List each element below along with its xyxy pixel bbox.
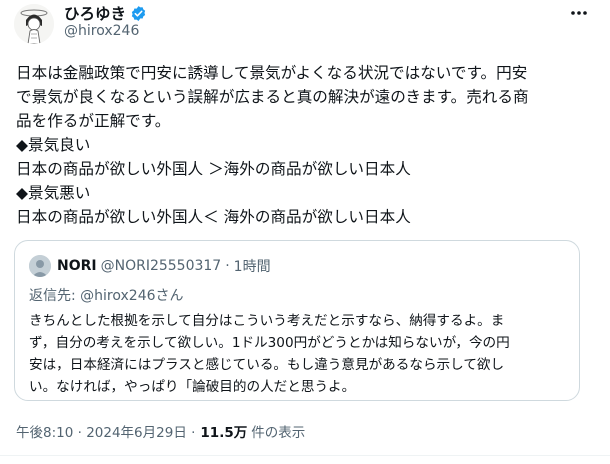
more-dots-icon[interactable] bbox=[570, 6, 588, 20]
tweet-timestamp[interactable]: 午後8:10 · 2024年6月29日 · bbox=[16, 421, 195, 441]
quoted-author-avatar[interactable] bbox=[29, 255, 51, 277]
quoted-tweet-text: きちんとした根拠を示して自分はこういう考えだと示すなら、納得するよ。ま ず，自分… bbox=[29, 313, 510, 395]
default-avatar-icon bbox=[29, 255, 51, 277]
tweet-text: 日本は金融政策で円安に誘導して景気がよくなる状況ではないです。円安 で景気が良く… bbox=[16, 64, 529, 226]
divider bbox=[0, 455, 610, 456]
separator-dot: · bbox=[225, 258, 230, 274]
tweet-meta: 午後8:10 · 2024年6月29日 · 11.5万 件の表示 bbox=[16, 421, 305, 441]
author-name[interactable]: ひろゆき bbox=[64, 2, 126, 24]
quoted-timestamp[interactable]: 1時間 bbox=[234, 256, 271, 276]
quoted-header: NORI @NORI25550317 · 1時間 bbox=[57, 256, 271, 276]
author-avatar[interactable] bbox=[14, 4, 54, 44]
author-name-row: ひろゆき bbox=[64, 2, 147, 24]
quoted-tweet[interactable]: NORI @NORI25550317 · 1時間 返信先: @hirox246さ… bbox=[14, 240, 580, 401]
verified-badge-icon[interactable] bbox=[130, 5, 147, 22]
reply-to-label: 返信先: @hirox246さん bbox=[29, 288, 184, 304]
avatar-illustration bbox=[14, 4, 54, 44]
view-count: 11.5万 bbox=[200, 425, 248, 441]
quoted-author-name[interactable]: NORI bbox=[57, 258, 97, 274]
quoted-author-handle[interactable]: @NORI25550317 bbox=[101, 258, 222, 274]
view-count-label: 件の表示 bbox=[251, 425, 306, 441]
author-handle[interactable]: @hirox246 bbox=[64, 23, 139, 39]
